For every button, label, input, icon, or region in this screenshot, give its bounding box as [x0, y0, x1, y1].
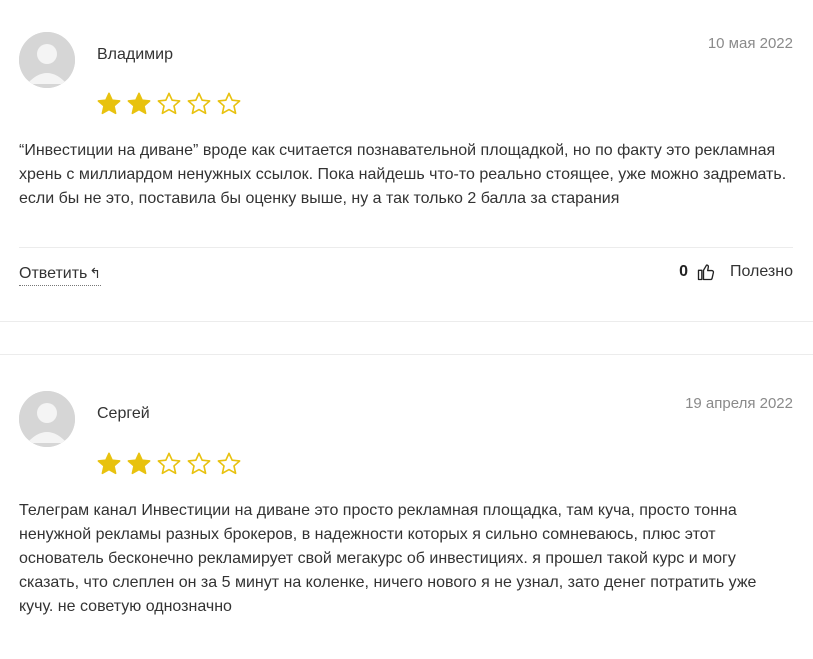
rating-stars	[96, 451, 242, 477]
reply-arrow-icon: ↰	[89, 265, 102, 281]
reply-link[interactable]: Ответить ↰	[19, 265, 102, 286]
avatar	[19, 391, 75, 447]
user-avatar-icon	[19, 32, 75, 88]
rating-stars	[96, 91, 242, 117]
useful-button[interactable]: Полезно	[730, 263, 793, 281]
star-empty-icon	[187, 92, 211, 115]
review-card: Сергей 19 апреля 2022 Телеграм канал Инв…	[0, 354, 813, 659]
star-empty-icon	[217, 452, 241, 475]
star-filled-icon	[127, 452, 151, 475]
review-author: Владимир	[97, 46, 174, 63]
divider	[19, 247, 793, 248]
section-divider	[0, 321, 813, 322]
review-date: 19 апреля 2022	[685, 395, 793, 412]
star-filled-icon	[97, 92, 121, 115]
review-text: “Инвестиции на диване” вроде как считает…	[19, 142, 787, 207]
review-card: Владимир 10 мая 2022 “Инвестиции на дива…	[0, 0, 813, 322]
avatar	[19, 32, 75, 88]
star-filled-icon	[127, 92, 151, 115]
thumbs-up-icon[interactable]	[696, 262, 716, 282]
likes-count: 0	[679, 263, 688, 280]
star-empty-icon	[157, 92, 181, 115]
review-author: Сергей	[97, 405, 150, 422]
review-text: Телеграм канал Инвестиции на диване это …	[19, 502, 757, 615]
review-date: 10 мая 2022	[707, 35, 793, 52]
star-empty-icon	[157, 452, 181, 475]
reply-label: Ответить	[19, 265, 88, 282]
likes-block: 0 Полезно	[679, 262, 793, 282]
star-empty-icon	[217, 92, 241, 115]
star-empty-icon	[187, 452, 211, 475]
star-filled-icon	[97, 452, 121, 475]
user-avatar-icon	[19, 391, 75, 447]
